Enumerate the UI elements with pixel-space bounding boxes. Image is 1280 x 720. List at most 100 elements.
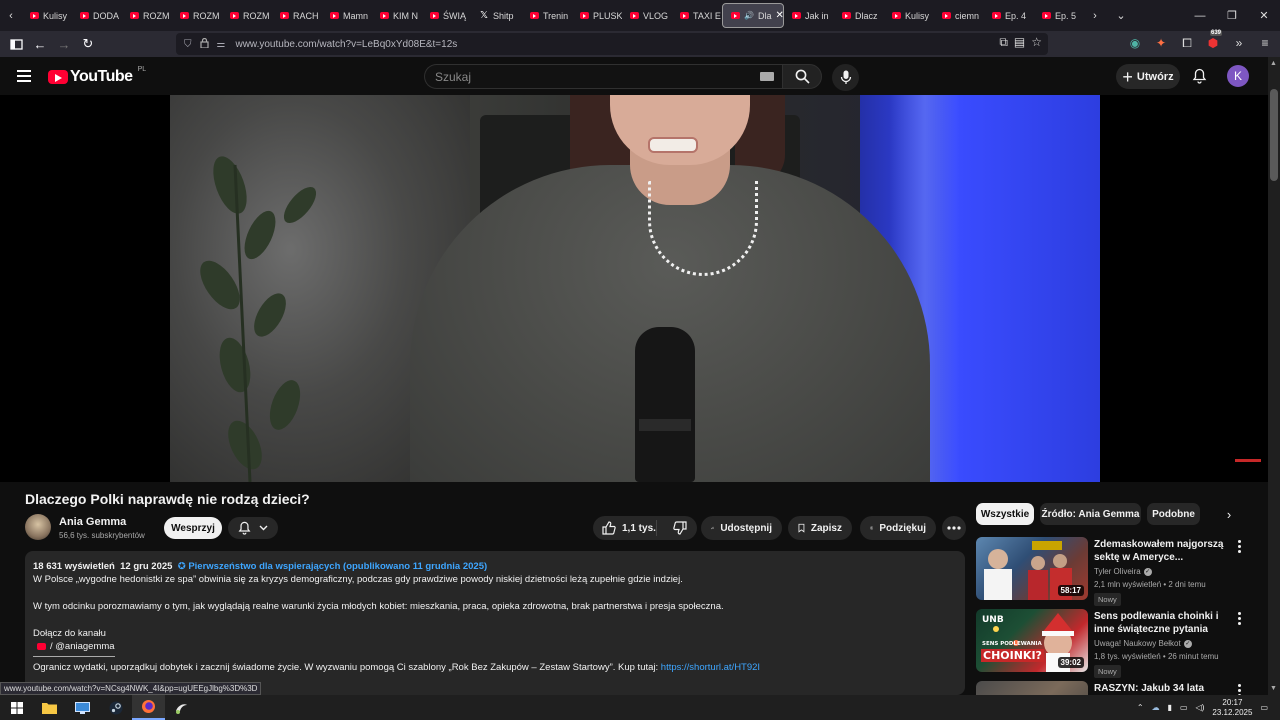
browser-tab[interactable]: TAXI E xyxy=(672,3,722,28)
close-window-icon[interactable]: ✕ xyxy=(1248,0,1280,31)
save-button[interactable]: Zapisz xyxy=(788,516,852,540)
keyboard-icon[interactable] xyxy=(760,72,774,81)
reader-view-icon[interactable]: ▤ xyxy=(1014,35,1025,50)
remote-desktop-icon[interactable] xyxy=(66,695,99,720)
vpn-extension-icon[interactable]: ◉ xyxy=(1126,34,1144,52)
voice-search-button[interactable] xyxy=(832,64,859,91)
channel-avatar[interactable] xyxy=(25,514,51,540)
support-button[interactable]: Wesprzyj xyxy=(164,517,222,539)
browser-tab[interactable]: ŚWIĄ xyxy=(422,3,472,28)
ublock-icon[interactable]: ⬢ 639 xyxy=(1204,30,1223,52)
youtube-logo[interactable]: YouTube PL xyxy=(48,66,146,86)
search-input[interactable]: Szukaj xyxy=(424,64,782,89)
clock[interactable]: 20:17 23.12.2025 xyxy=(1212,698,1252,718)
browser-tab[interactable]: ROZM xyxy=(172,3,222,28)
microphone-tray-icon[interactable]: ▮ xyxy=(1168,703,1172,712)
tab-scroll-left-icon[interactable]: ‹ xyxy=(0,3,22,28)
audio-playing-icon[interactable]: 🔊 xyxy=(744,11,754,20)
chip-source-channel[interactable]: Źródło: Ania Gemma xyxy=(1040,503,1141,525)
browser-tab-active[interactable]: 🔊 Dla ✕ xyxy=(722,3,784,28)
url-text[interactable]: www.youtube.com/watch?v=LeBq0xYd08E&t=12… xyxy=(235,39,457,50)
overflow-chevron-icon[interactable]: » xyxy=(1230,34,1248,52)
lock-icon[interactable] xyxy=(199,37,209,51)
browser-tab[interactable]: Kulisy xyxy=(22,3,72,28)
guide-menu-icon[interactable] xyxy=(17,70,31,82)
permissions-icon[interactable]: ⚌ xyxy=(217,39,226,50)
recommendation-thumbnail[interactable]: UNB SENS PODLEWANIA CHOINKI? 39:02 xyxy=(976,609,1088,672)
browser-tab[interactable]: KIM N xyxy=(372,3,422,28)
browser-tab[interactable]: Ep. 5 xyxy=(1034,3,1084,28)
browser-tab[interactable]: DODA xyxy=(72,3,122,28)
chips-next-icon[interactable]: › xyxy=(1220,505,1238,523)
steam-icon[interactable] xyxy=(99,695,132,720)
app-menu-icon[interactable]: ≡ xyxy=(1256,34,1274,52)
channel-name[interactable]: Ania Gemma xyxy=(59,516,126,528)
notification-center-icon[interactable]: ▭ xyxy=(1260,703,1268,712)
scroll-up-icon[interactable]: ▲ xyxy=(1270,60,1277,67)
share-button[interactable]: Udostępnij xyxy=(701,516,782,540)
volume-icon[interactable]: ◁) xyxy=(1196,703,1205,712)
tab-list-dropdown-icon[interactable]: ⌄ xyxy=(1110,3,1132,28)
network-icon[interactable]: ▭ xyxy=(1180,703,1188,712)
browser-tab[interactable]: Trenin xyxy=(522,3,572,28)
browser-tab[interactable]: Jak in xyxy=(784,3,834,28)
tray-cloud-icon[interactable]: ☁ xyxy=(1152,703,1160,712)
subscription-bell-button[interactable] xyxy=(228,517,278,539)
recommendation-menu-icon[interactable] xyxy=(1234,683,1244,695)
page-scrollbar[interactable]: ▲ ▼ xyxy=(1268,57,1280,695)
video-player[interactable] xyxy=(0,95,1268,482)
recommendation-channel[interactable]: Tyler Oliveira ✓ xyxy=(1094,567,1152,576)
browser-tab[interactable]: 𝕏 Shitp xyxy=(472,3,522,28)
recommendation-card[interactable]: RASZYN: Jakub 34 lata xyxy=(976,681,1256,695)
notifications-bell-icon[interactable] xyxy=(1190,67,1208,85)
browser-tab[interactable]: RACH xyxy=(272,3,322,28)
minimize-icon[interactable]: — xyxy=(1184,0,1216,31)
thanks-button[interactable]: Podziękuj xyxy=(860,516,936,540)
scroll-down-icon[interactable]: ▼ xyxy=(1270,685,1277,692)
picture-in-picture-icon[interactable]: ⧉ xyxy=(999,35,1008,50)
tray-overflow-icon[interactable]: ⌃ xyxy=(1137,703,1144,712)
recommendation-title[interactable]: Sens podlewania choinki i inne świąteczn… xyxy=(1094,610,1232,636)
browser-tab[interactable]: Ep. 4 xyxy=(984,3,1034,28)
tracking-shield-icon[interactable]: ⛉ xyxy=(184,39,192,50)
recommendation-channel[interactable]: Uwaga! Naukowy Bełkot ✓ xyxy=(1094,639,1192,648)
recommendation-title[interactable]: RASZYN: Jakub 34 lata xyxy=(1094,682,1232,695)
browser-tab[interactable]: ROZM xyxy=(222,3,272,28)
recommendation-menu-icon[interactable] xyxy=(1234,611,1244,625)
browser-tab[interactable]: ROZM xyxy=(122,3,172,28)
address-bar[interactable]: ⛉ ⚌ www.youtube.com/watch?v=LeBq0xYd08E&… xyxy=(176,33,1048,55)
extensions-puzzle-icon[interactable]: ⧠ xyxy=(1178,34,1196,52)
file-explorer-icon[interactable] xyxy=(33,695,66,720)
recommendation-card[interactable]: 58:17 Zdemaskowałem najgorszą sektę w Am… xyxy=(976,537,1256,606)
more-actions-button[interactable] xyxy=(942,516,966,540)
firefox-icon[interactable] xyxy=(132,695,165,720)
dislike-button[interactable] xyxy=(663,521,697,535)
back-icon[interactable]: ← xyxy=(28,32,52,56)
scrollbar-thumb[interactable] xyxy=(1270,89,1278,181)
create-button[interactable]: + Utwórz xyxy=(1116,64,1180,89)
browser-tab[interactable]: ciemn xyxy=(934,3,984,28)
browser-tab[interactable]: Dlacz xyxy=(834,3,884,28)
recommendation-thumbnail[interactable] xyxy=(976,681,1088,695)
sidebar-toggle-icon[interactable] xyxy=(4,32,28,56)
close-tab-icon[interactable]: ✕ xyxy=(775,10,783,21)
account-avatar[interactable]: K xyxy=(1227,65,1249,87)
app-icon[interactable] xyxy=(165,695,198,720)
chip-all[interactable]: Wszystkie xyxy=(976,503,1034,525)
extension-icon[interactable]: ✦ xyxy=(1152,34,1170,52)
browser-tab[interactable]: Mamn xyxy=(322,3,372,28)
search-button[interactable] xyxy=(782,64,822,89)
early-access-link[interactable]: ✪ Pierwszeństwo dla wspierających (opubl… xyxy=(178,561,487,572)
promo-link[interactable]: https://shorturl.at/HT92I xyxy=(661,662,760,673)
channel-handle-link[interactable]: / @aniagemma xyxy=(37,640,115,653)
start-button[interactable] xyxy=(0,695,33,720)
video-frame[interactable] xyxy=(170,95,1100,482)
restore-icon[interactable]: ❐ xyxy=(1216,0,1248,31)
chip-related[interactable]: Podobne xyxy=(1147,503,1200,525)
description-box[interactable]: 18 631 wyświetleń 12 gru 2025 ✪ Pierwsze… xyxy=(25,551,965,695)
tab-scroll-right-icon[interactable]: › xyxy=(1084,3,1106,28)
recommendation-menu-icon[interactable] xyxy=(1234,539,1244,553)
reload-icon[interactable]: ↻ xyxy=(76,32,100,56)
forward-icon[interactable]: → xyxy=(52,32,76,56)
browser-tab[interactable]: PLUSK xyxy=(572,3,622,28)
